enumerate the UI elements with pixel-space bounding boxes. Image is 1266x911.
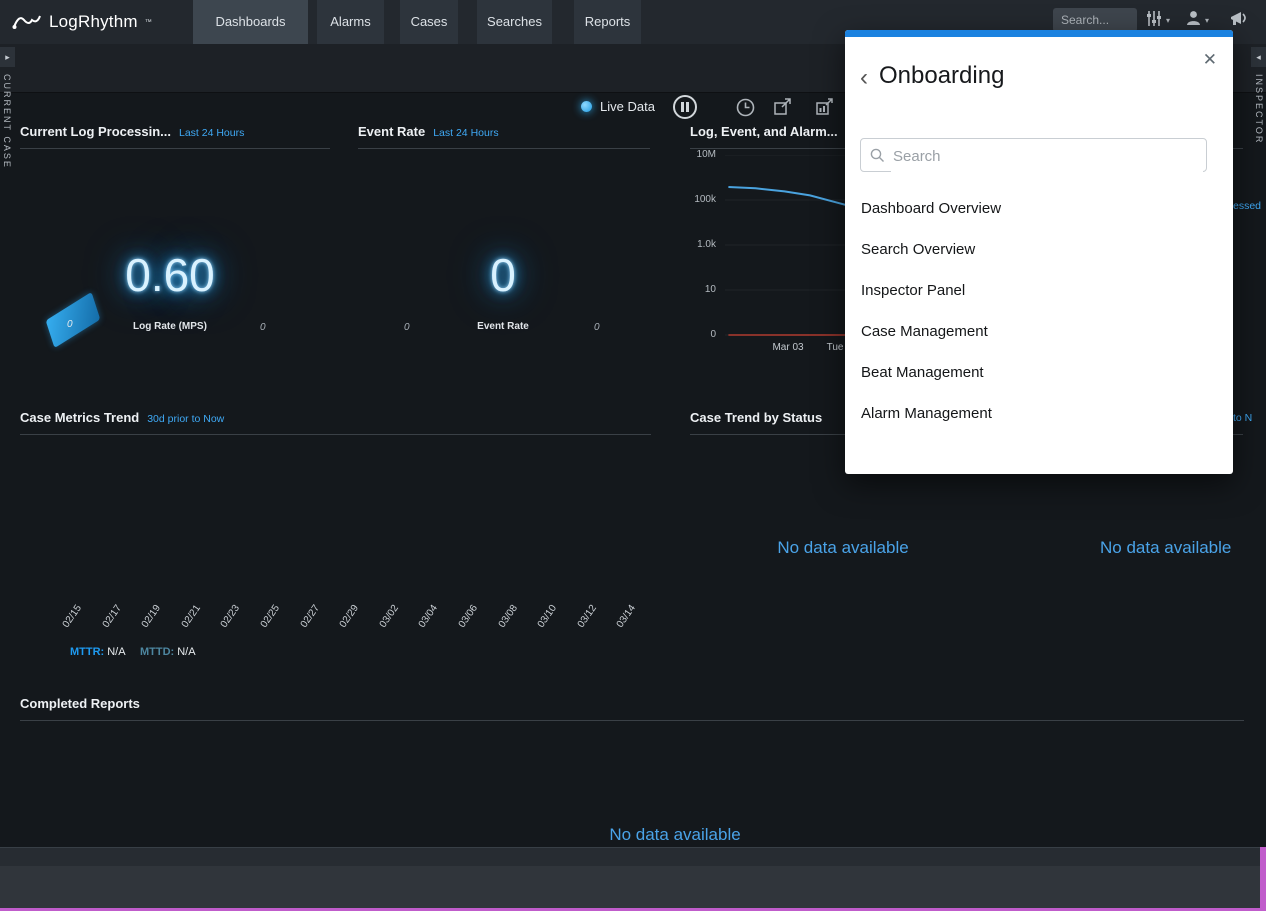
- nav-tab-searches[interactable]: Searches: [477, 0, 552, 44]
- gauge-min-label: 0: [404, 322, 410, 333]
- case-metrics-xtick: 02/15: [55, 603, 84, 637]
- log-chart-xtick: Mar 03: [758, 342, 818, 353]
- onboarding-item-search-overview[interactable]: Search Overview: [845, 229, 1233, 270]
- logs-drawer-bar[interactable]: LOGS ▲: [0, 847, 1266, 867]
- case-metrics-xtick: 02/19: [135, 603, 164, 637]
- widget-subtitle: Last 24 Hours: [179, 127, 244, 139]
- export-dashboard-icon[interactable]: [816, 98, 834, 115]
- logo-wordmark: LogRhythm: [49, 12, 138, 32]
- logrhythm-dashboard-screen: LogRhythm ™ DashboardsAlarms Cases Searches…: [0, 0, 1266, 911]
- widget-title: Event Rate: [358, 124, 425, 139]
- nav-tab-cases[interactable]: Cases: [400, 0, 458, 44]
- log-chart-ytick: 100k: [686, 194, 716, 205]
- onboarding-topic-list: Dashboard OverviewSearch OverviewInspect…: [845, 188, 1233, 434]
- case-metrics-xtick: 02/27: [293, 603, 322, 637]
- background-tasks-bar: You have no background tasks running. ⚙ …: [0, 866, 1266, 908]
- log-chart-ytick: 0: [686, 329, 716, 340]
- onboarding-panel: ✕ ‹ Onboarding Dashboard OverviewSearch …: [845, 30, 1233, 474]
- pause-live-data-button[interactable]: [673, 95, 697, 119]
- log-chart-ytick: 1.0k: [686, 239, 716, 250]
- nav-tab-alarms[interactable]: Alarms: [317, 0, 384, 44]
- widget-title: Completed Reports: [20, 696, 140, 711]
- case-metrics-xtick: 03/10: [531, 603, 560, 637]
- chart-legend-fragment: essed: [1233, 200, 1261, 212]
- logrhythm-logo-icon: [12, 11, 42, 33]
- new-window-icon[interactable]: [774, 98, 792, 115]
- logrhythm-logo[interactable]: LogRhythm ™: [12, 0, 152, 44]
- filter-settings-icon[interactable]: [1146, 10, 1162, 27]
- case-metrics-xtick: 02/23: [214, 603, 243, 637]
- case-metrics-xtick: 03/14: [610, 603, 639, 637]
- onboarding-panel-accent-bar: [845, 30, 1233, 37]
- live-data-indicator-icon: [581, 101, 592, 112]
- current-case-panel-tab[interactable]: CURRENT CASE: [2, 74, 12, 169]
- case-metrics-xtick: 03/06: [451, 603, 480, 637]
- widget-title: Case Metrics Trend: [20, 410, 139, 425]
- log-chart-ytick: 10M: [686, 149, 716, 160]
- current-case-expand-icon[interactable]: ▸: [0, 47, 15, 67]
- widget-subtitle-fragment: to N: [1233, 412, 1252, 424]
- filter-caret-icon[interactable]: ▾: [1166, 16, 1170, 25]
- global-search-input[interactable]: [1053, 8, 1137, 32]
- case-metrics-xtick: 03/02: [372, 603, 401, 637]
- onboarding-item-dashboard-overview[interactable]: Dashboard Overview: [845, 188, 1233, 229]
- mttd-value: N/A: [177, 646, 195, 658]
- case-metrics-xtick: 03/08: [491, 603, 520, 637]
- onboarding-item-beat-management[interactable]: Beat Management: [845, 352, 1233, 393]
- gauge-max-label: 0: [260, 322, 266, 333]
- case-metrics-xtick: 03/12: [570, 603, 599, 637]
- gauge-min-label: 0: [67, 319, 73, 330]
- mttd-label: MTTD:: [140, 646, 174, 658]
- inspector-panel-tab[interactable]: INSPECTOR: [1254, 74, 1264, 144]
- onboarding-title: Onboarding: [879, 62, 1004, 90]
- log-chart-ytick: 10: [686, 284, 716, 295]
- onboarding-item-case-management[interactable]: Case Management: [845, 311, 1233, 352]
- inspector-expand-icon[interactable]: ◂: [1251, 47, 1266, 67]
- onboarding-search-input[interactable]: [891, 140, 1203, 172]
- case-metrics-xtick: 02/17: [95, 603, 124, 637]
- mttr-label: MTTR:: [70, 646, 104, 658]
- widget-header-log-rate: Current Log Processin... Last 24 Hours: [20, 124, 330, 149]
- gauge-max-label: 0: [594, 322, 600, 333]
- widget-subtitle: 30d prior to Now: [147, 413, 224, 425]
- user-caret-icon[interactable]: ▾: [1205, 16, 1209, 25]
- widget-title: Log, Event, and Alarm...: [690, 124, 838, 139]
- search-icon: [870, 148, 885, 163]
- no-data-label-completed-reports: No data available: [609, 825, 740, 845]
- close-icon[interactable]: ✕: [1203, 50, 1217, 70]
- no-data-label-case-trend: No data available: [777, 538, 908, 558]
- onboarding-search-box: [860, 138, 1207, 172]
- widget-title: Case Trend by Status: [690, 410, 822, 425]
- no-data-label-right-widget: No data available: [1100, 538, 1231, 558]
- onboarding-item-alarm-management[interactable]: Alarm Management: [845, 393, 1233, 434]
- screen-edge-right: [1260, 847, 1266, 911]
- time-range-icon[interactable]: [736, 98, 755, 117]
- widget-header-completed-reports: Completed Reports: [20, 696, 1244, 721]
- event-rate-gauge-label: Event Rate: [355, 321, 651, 332]
- case-metrics-xtick: 02/25: [253, 603, 282, 637]
- announcements-icon[interactable]: [1230, 11, 1250, 27]
- nav-tab-reports[interactable]: Reports: [574, 0, 641, 44]
- back-chevron-icon[interactable]: ‹: [860, 66, 868, 90]
- event-rate-gauge-value: 0: [355, 248, 651, 302]
- case-metrics-footer: MTTR:N/A MTTD:N/A: [70, 646, 196, 658]
- nav-tab-dashboards[interactable]: Dashboards: [193, 0, 308, 44]
- onboarding-item-inspector-panel[interactable]: Inspector Panel: [845, 270, 1233, 311]
- widget-header-event-rate: Event Rate Last 24 Hours: [358, 124, 650, 149]
- widget-header-case-metrics: Case Metrics Trend 30d prior to Now: [20, 410, 651, 435]
- log-rate-gauge-value: 0.60: [20, 248, 320, 302]
- user-icon[interactable]: [1186, 10, 1201, 26]
- mttr-value: N/A: [107, 646, 125, 658]
- widget-title: Current Log Processin...: [20, 124, 171, 139]
- widget-subtitle: Last 24 Hours: [433, 127, 498, 139]
- case-metrics-xtick: 02/29: [333, 603, 362, 637]
- case-metrics-xtick: 03/04: [412, 603, 441, 637]
- case-metrics-xtick: 02/21: [174, 603, 203, 637]
- live-data-label: Live Data: [600, 99, 655, 114]
- logo-trademark: ™: [145, 19, 152, 26]
